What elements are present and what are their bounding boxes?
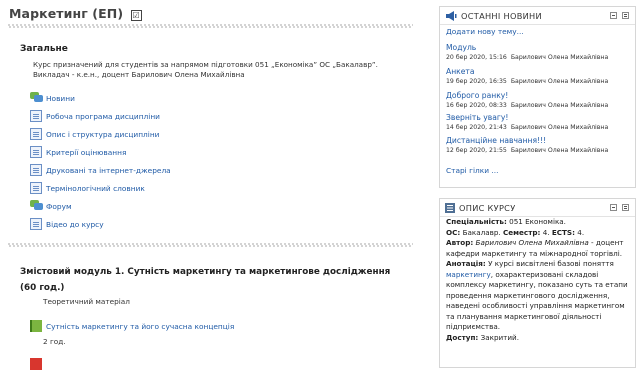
pdf-icon [30,358,42,370]
news-meta: 19 бер 2020, 16:35 Барилович Олена Михай… [446,78,609,85]
activity-criteria[interactable]: Критерії оцінювання [30,145,126,159]
megaphone-icon [446,10,457,21]
block-title: ОСТАННІ НОВИНИ [461,10,542,21]
collapse-icon[interactable] [610,204,617,211]
course-title-text: Маркетинг (ЕП) [9,6,124,21]
news-item: Доброго ранку! 16 бер 2020, 08:33 Барило… [446,91,631,109]
checkbox-icon: ☑ [130,10,142,21]
section-heading-general: Загальне [20,44,68,54]
activity-sources[interactable]: Друковані та інтернет-джерела [30,163,171,177]
file-icon [30,110,42,122]
file-icon [30,146,42,158]
activity-link[interactable]: Опис і структура дисципліни [46,130,159,139]
level-line: ОС: Бакалавр. Семестр: 4. ECTS: 4. [446,227,585,237]
glossary-link[interactable]: маркетингу [446,270,491,279]
news-title-link[interactable]: Анкета [446,67,631,76]
news-item: Дистанційне навчання!!! 12 бер 2020, 21:… [446,136,631,154]
activity-glossary[interactable]: Термінологічний словник [30,181,145,195]
access-line: Доступ: Закритий. [446,332,519,342]
news-title-link[interactable]: Дистанційне навчання!!! [446,136,631,145]
activity-forum[interactable]: Форум [30,199,72,213]
activity-link[interactable]: Термінологічний словник [46,184,145,193]
activity-link[interactable]: Відео до курсу [46,220,104,229]
activity-link[interactable]: Форум [46,202,72,211]
activity-link[interactable]: Друковані та інтернет-джерела [46,166,171,175]
file-icon [30,128,42,140]
specialty-line: Спеціальність: 051 Економіка. [446,217,566,226]
forum-icon [30,200,43,212]
author-line: Автор: Барилович Олена Михайлівна - доце… [446,238,624,258]
label-theory: Теоретичний матеріал [43,297,130,306]
activity-pdf[interactable] [30,357,46,371]
dock-icon[interactable] [622,204,629,211]
block-title: ОПИС КУРСУ [459,202,516,213]
section-heading-module1: Змістовий модуль 1. Сутність маркетингу … [20,267,391,293]
course-title: Маркетинг (ЕП) ☑ [9,6,142,21]
annotation-line: Анотація: У курсі висвітлені базові поня… [446,259,628,331]
news-title-link[interactable]: Модуль [446,43,631,52]
course-content: Маркетинг (ЕП) ☑ Загальне Курс призначен… [0,0,418,370]
activity-structure[interactable]: Опис і структура дисципліни [30,127,159,141]
activity-link[interactable]: Новини [46,94,75,103]
activity-link[interactable]: Сутність маркетингу та його сучасна конц… [46,322,234,331]
divider [8,24,413,28]
forum-icon [30,92,43,104]
activity-news[interactable]: Новини [30,91,75,105]
news-meta: 16 бер 2020, 08:33 Барилович Олена Михай… [446,102,609,109]
news-meta: 12 бер 2020, 21:55 Барилович Олена Михай… [446,147,609,154]
book-icon [30,320,42,332]
list-icon [445,202,455,213]
news-title-link[interactable]: Зверніть увагу! [446,113,631,122]
activity-link[interactable]: Робоча програма дисципліни [46,112,160,121]
activity-video[interactable]: Відео до курсу [30,217,104,231]
news-item: Анкета 19 бер 2020, 16:35 Барилович Олен… [446,67,631,85]
file-icon [30,182,42,194]
block-header: ОПИС КУРСУ [440,199,635,217]
course-description-text: Спеціальність: 051 Економіка. ОС: Бакала… [446,217,630,343]
news-item: Зверніть увагу! 14 бер 2020, 21:43 Барил… [446,113,631,131]
file-icon [30,218,42,230]
news-meta: 20 бер 2020, 15:16 Барилович Олена Михай… [446,54,609,61]
label-hours: 2 год. [43,337,66,346]
collapse-icon[interactable] [610,12,617,19]
older-topics-link[interactable]: Старі гілки ... [446,166,498,175]
activity-book[interactable]: Сутність маркетингу та його сучасна конц… [30,319,234,333]
news-item: Модуль 20 бер 2020, 15:16 Барилович Олен… [446,43,631,61]
news-meta: 14 бер 2020, 21:43 Барилович Олена Михай… [446,124,609,131]
activity-work-program[interactable]: Робоча програма дисципліни [30,109,160,123]
news-title-link[interactable]: Доброго ранку! [446,91,631,100]
section-summary: Курс призначений для студентів за напрям… [33,60,378,79]
dock-icon[interactable] [622,12,629,19]
file-icon [30,164,42,176]
activity-link[interactable]: Критерії оцінювання [46,148,126,157]
divider [8,243,413,247]
add-topic-link[interactable]: Додати нову тему... [446,27,524,36]
block-header: ОСТАННІ НОВИНИ [440,7,635,25]
